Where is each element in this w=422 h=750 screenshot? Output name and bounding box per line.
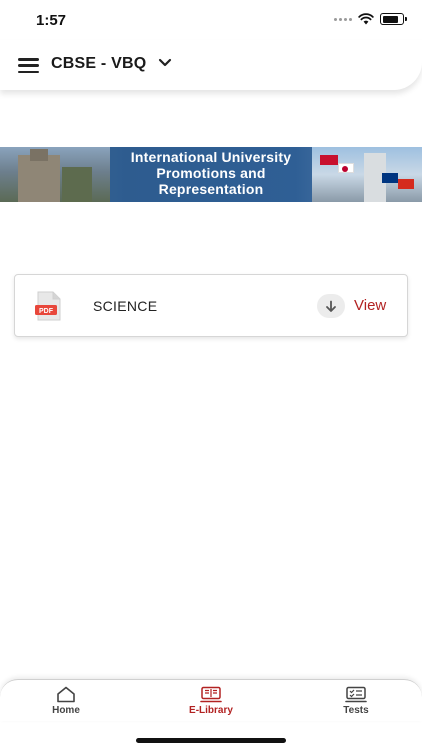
nav-label-e-library: E-Library (189, 705, 233, 716)
nav-item-e-library[interactable]: E-Library (166, 680, 256, 722)
banner-flags-image (312, 147, 422, 202)
pdf-file-icon: PDF (35, 291, 61, 321)
view-link[interactable]: View (354, 297, 386, 314)
app-header: CBSE - VBQ (0, 40, 422, 90)
battery-level (382, 15, 398, 23)
status-time: 1:57 (36, 12, 67, 29)
tests-checklist-icon (345, 686, 367, 703)
home-indicator[interactable] (136, 738, 286, 743)
wifi-icon (358, 13, 374, 25)
nav-item-home[interactable]: Home (21, 680, 111, 722)
status-bar: 1:57 (0, 0, 422, 40)
arrow-down-icon (326, 300, 336, 312)
banner-line-2: Promotions and (156, 165, 266, 181)
nav-label-home: Home (52, 705, 80, 716)
course-selector-title[interactable]: CBSE - VBQ (51, 55, 146, 73)
signal-icon (334, 17, 352, 21)
battery-icon (380, 13, 407, 25)
nav-label-tests: Tests (343, 705, 369, 716)
chevron-down-icon[interactable] (158, 57, 172, 67)
download-button[interactable] (317, 294, 345, 318)
hamburger-menu-icon[interactable] (18, 58, 39, 73)
document-card-science[interactable]: PDF SCIENCE View (14, 274, 408, 337)
promo-banner[interactable]: International University Promotions and … (0, 147, 422, 202)
bottom-nav: Home E-Library Tests (0, 679, 422, 721)
banner-line-3: Representation (158, 181, 264, 197)
nav-item-tests[interactable]: Tests (311, 680, 401, 722)
pdf-icon-label: PDF (39, 308, 54, 315)
status-icons (334, 13, 407, 25)
home-icon (57, 686, 75, 703)
document-title: SCIENCE (93, 298, 158, 314)
library-icon (200, 686, 222, 703)
banner-building-image (0, 147, 110, 202)
banner-line-1: International University (130, 149, 292, 165)
banner-text: International University Promotions and … (110, 149, 312, 197)
